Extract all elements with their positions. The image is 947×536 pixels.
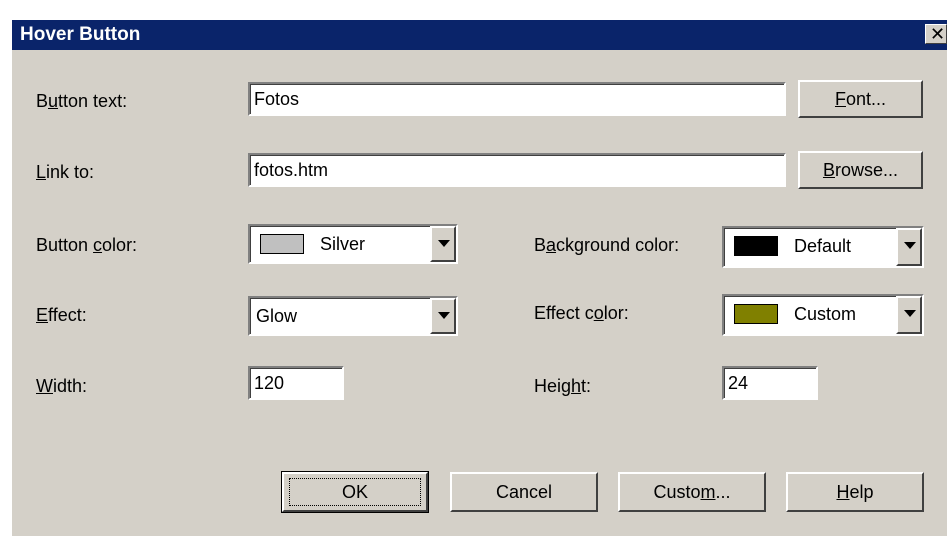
chevron-down-icon[interactable] (430, 226, 456, 262)
close-icon: ✕ (930, 24, 946, 44)
background-color-select[interactable]: Default (722, 226, 924, 268)
background-color-swatch (734, 236, 778, 256)
dialog-title: Hover Button (20, 24, 141, 45)
effect-color-label: Effect color: (534, 303, 629, 323)
title-bar: Hover Button ✕ (12, 20, 947, 50)
effect-color-select[interactable]: Custom (722, 294, 924, 336)
cancel-button[interactable]: Cancel (450, 472, 598, 512)
chevron-down-icon[interactable] (896, 228, 922, 266)
width-input[interactable]: 120 (248, 366, 344, 400)
effect-color-swatch (734, 304, 778, 324)
browse-button[interactable]: Browse... (798, 151, 923, 189)
effect-label: Effect: (36, 305, 87, 325)
effect-select[interactable]: Glow (248, 296, 458, 336)
background-color-label: Background color: (534, 235, 680, 255)
button-color-swatch (260, 234, 304, 254)
font-button[interactable]: Font... (798, 80, 923, 118)
chevron-down-icon[interactable] (430, 298, 456, 334)
width-label: Width: (36, 376, 88, 396)
height-input[interactable]: 24 (722, 366, 818, 400)
close-button[interactable]: ✕ (925, 24, 947, 44)
button-text-label: Button text: (36, 91, 128, 111)
link-to-label: Link to: (36, 162, 95, 182)
button-color-select[interactable]: Silver (248, 224, 458, 264)
hover-button-dialog: Hover Button ✕ Button text: Fotos Font..… (10, 18, 947, 536)
button-color-label: Button color: (36, 235, 138, 255)
custom-button[interactable]: Custom... (618, 472, 766, 512)
ok-button[interactable]: OK (281, 471, 429, 513)
height-label: Height: (534, 376, 592, 396)
help-button[interactable]: Help (786, 472, 924, 512)
button-text-input[interactable]: Fotos (248, 82, 786, 116)
chevron-down-icon[interactable] (896, 296, 922, 334)
link-to-input[interactable]: fotos.htm (248, 153, 786, 187)
